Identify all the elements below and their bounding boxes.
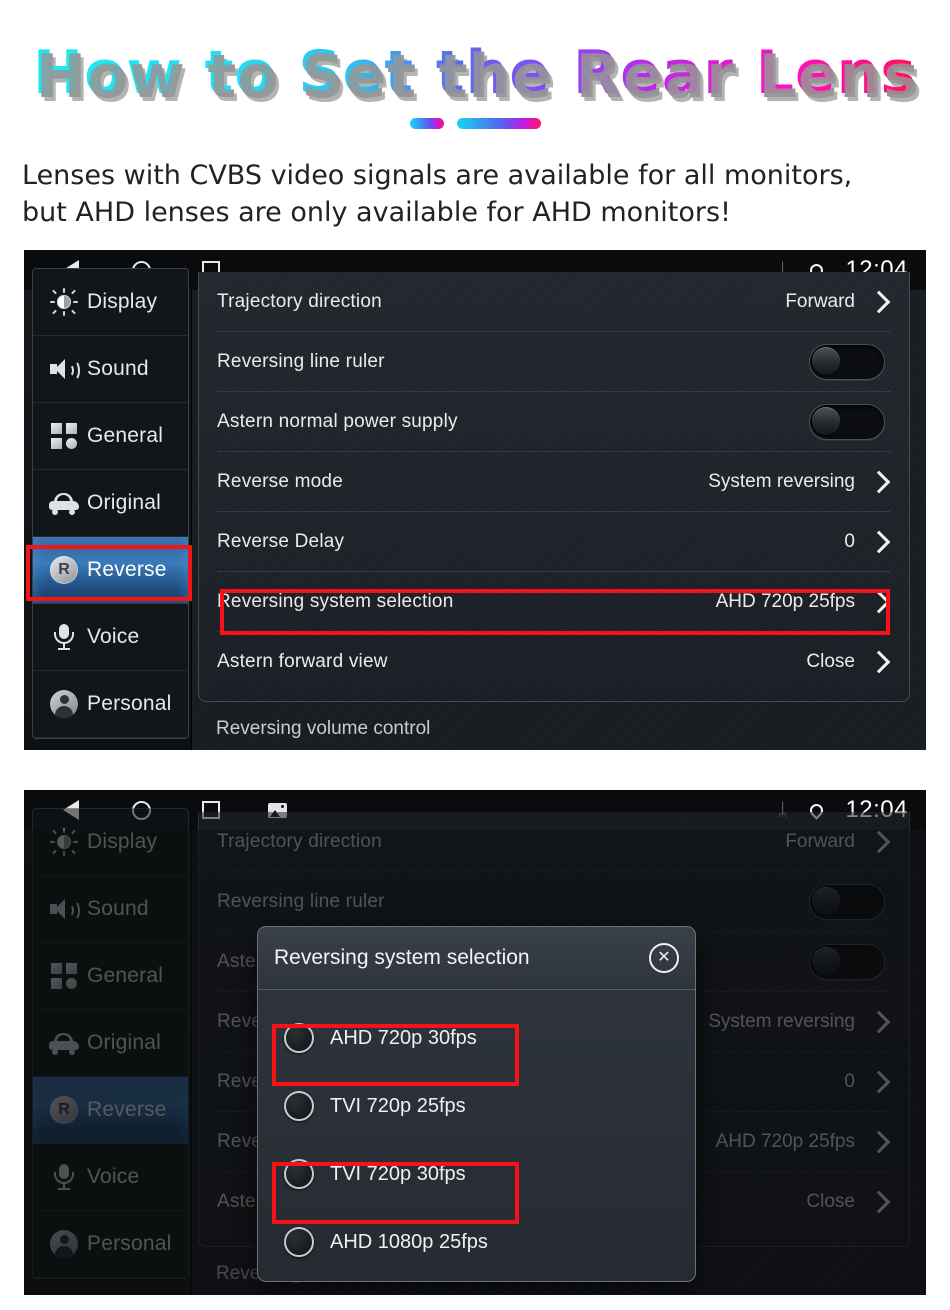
microphone-icon (45, 624, 83, 650)
row-label: Reversing system selection (217, 590, 454, 612)
sidebar-item-label: Display (87, 290, 158, 313)
tutorial-page: How to Set the Rear Lens Lenses with CVB… (0, 0, 950, 1310)
settings-rows: Trajectory direction Forward Reversing l… (199, 272, 909, 691)
row-label: Reverse Delay (217, 530, 345, 552)
title-divider (0, 118, 950, 129)
reversing-system-selection-dialog: Reversing system selection ✕ AHD 720p 30… (257, 926, 696, 1282)
settings-row-reversing-system-selection[interactable]: Reversing system selection AHD 720p 25fp… (217, 572, 891, 632)
sidebar-item-label: General (87, 424, 164, 447)
screenshot-settings-list: ᛦ 12:04 Display Sound General Original R… (24, 250, 926, 750)
chevron-right-icon (867, 470, 891, 493)
option-ahd-720p-30fps[interactable]: AHD 720p 30fps (258, 1004, 695, 1072)
toggle-astern-normal-power-supply[interactable] (809, 403, 885, 440)
settings-body: Display Sound General Original R Reverse… (24, 268, 926, 750)
option-label: AHD 720p 30fps (330, 1026, 477, 1049)
chevron-right-icon (867, 590, 891, 613)
settings-sidebar: Display Sound General Original R Reverse… (24, 268, 192, 750)
reverse-r-icon: R (45, 556, 83, 584)
settings-row-astern-forward-view[interactable]: Astern forward view Close (217, 632, 891, 691)
option-label: AHD 1080p 25fps (330, 1230, 488, 1253)
row-value: Close (806, 650, 855, 672)
radio-button-icon[interactable] (284, 1091, 314, 1121)
radio-button-icon[interactable] (284, 1227, 314, 1257)
option-tvi-720p-25fps[interactable]: TVI 720p 25fps (258, 1072, 695, 1140)
dialog-header: Reversing system selection ✕ (258, 927, 695, 990)
option-tvi-720p-30fps[interactable]: TVI 720p 30fps (258, 1140, 695, 1208)
row-value: 0 (844, 530, 855, 552)
grid-squares-icon (45, 423, 83, 449)
page-title: How to Set the Rear Lens (32, 38, 918, 108)
chevron-right-icon (867, 650, 891, 673)
chevron-right-icon (867, 290, 891, 313)
divider-pill-long (456, 118, 541, 129)
person-avatar-icon (45, 690, 83, 718)
option-label: TVI 720p 25fps (330, 1094, 466, 1117)
settings-content: Trajectory direction Forward Reversing l… (192, 272, 926, 750)
settings-body: Display Sound General Original R Reverse… (24, 808, 926, 1295)
row-value: System reversing (708, 470, 855, 492)
sidebar-item-personal[interactable]: Personal (33, 671, 188, 738)
settings-row-trajectory-direction[interactable]: Trajectory direction Forward (217, 272, 891, 332)
row-value: AHD 720p 25fps (715, 590, 855, 612)
radio-button-icon[interactable] (284, 1159, 314, 1189)
brightness-sun-icon (45, 288, 83, 316)
sidebar-item-general[interactable]: General (33, 403, 188, 470)
row-label: Reversing line ruler (217, 350, 385, 372)
dialog-title: Reversing system selection (274, 946, 530, 969)
toggle-reversing-line-ruler[interactable] (809, 343, 885, 380)
subtitle-line-2: but AHD lenses are only available for AH… (22, 196, 731, 228)
settings-row-reverse-mode[interactable]: Reverse mode System reversing (217, 452, 891, 512)
settings-row-reversing-line-ruler[interactable]: Reversing line ruler (217, 332, 891, 392)
sidebar-item-original[interactable]: Original (33, 470, 188, 537)
subtitle-line-1: Lenses with CVBS video signals are avail… (22, 160, 853, 191)
close-x-icon[interactable]: ✕ (649, 943, 679, 973)
row-label: Trajectory direction (217, 290, 382, 312)
settings-panel: Trajectory direction Forward Reversing l… (198, 272, 910, 702)
sidebar-item-voice[interactable]: Voice (33, 604, 188, 671)
sidebar-item-reverse[interactable]: R Reverse (33, 537, 188, 604)
option-ahd-1080p-25fps[interactable]: AHD 1080p 25fps (258, 1208, 695, 1276)
speaker-icon (45, 358, 83, 381)
car-icon (45, 493, 83, 515)
row-label: Astern normal power supply (217, 410, 458, 432)
row-label: Reverse mode (217, 470, 343, 492)
page-title-wrap: How to Set the Rear Lens (0, 38, 950, 108)
row-label: Astern forward view (217, 650, 388, 672)
option-label: TVI 720p 30fps (330, 1162, 466, 1185)
sidebar-item-label: Original (87, 491, 161, 514)
settings-row-reversing-volume-control[interactable]: Reversing volume control (216, 718, 430, 740)
dialog-options-list: AHD 720p 30fps TVI 720p 25fps TVI 720p 3… (258, 990, 695, 1276)
row-value: Forward (785, 290, 855, 312)
settings-row-reverse-delay[interactable]: Reverse Delay 0 (217, 512, 891, 572)
sidebar-item-sound[interactable]: Sound (33, 336, 188, 403)
sidebar-item-label: Voice (87, 625, 140, 648)
sidebar-item-label: Sound (87, 357, 149, 380)
settings-row-astern-normal-power-supply[interactable]: Astern normal power supply (217, 392, 891, 452)
screenshot-selection-dialog: ᛦ 12:04 Display Sound General Original R… (24, 790, 926, 1295)
radio-button-icon[interactable] (284, 1023, 314, 1053)
sidebar-item-label: Reverse (87, 558, 167, 581)
chevron-right-icon (867, 530, 891, 553)
sidebar-item-label: Personal (87, 692, 172, 715)
page-subtitle: Lenses with CVBS video signals are avail… (22, 158, 930, 231)
sidebar-item-display[interactable]: Display (33, 269, 188, 336)
divider-pill-short (409, 118, 444, 129)
